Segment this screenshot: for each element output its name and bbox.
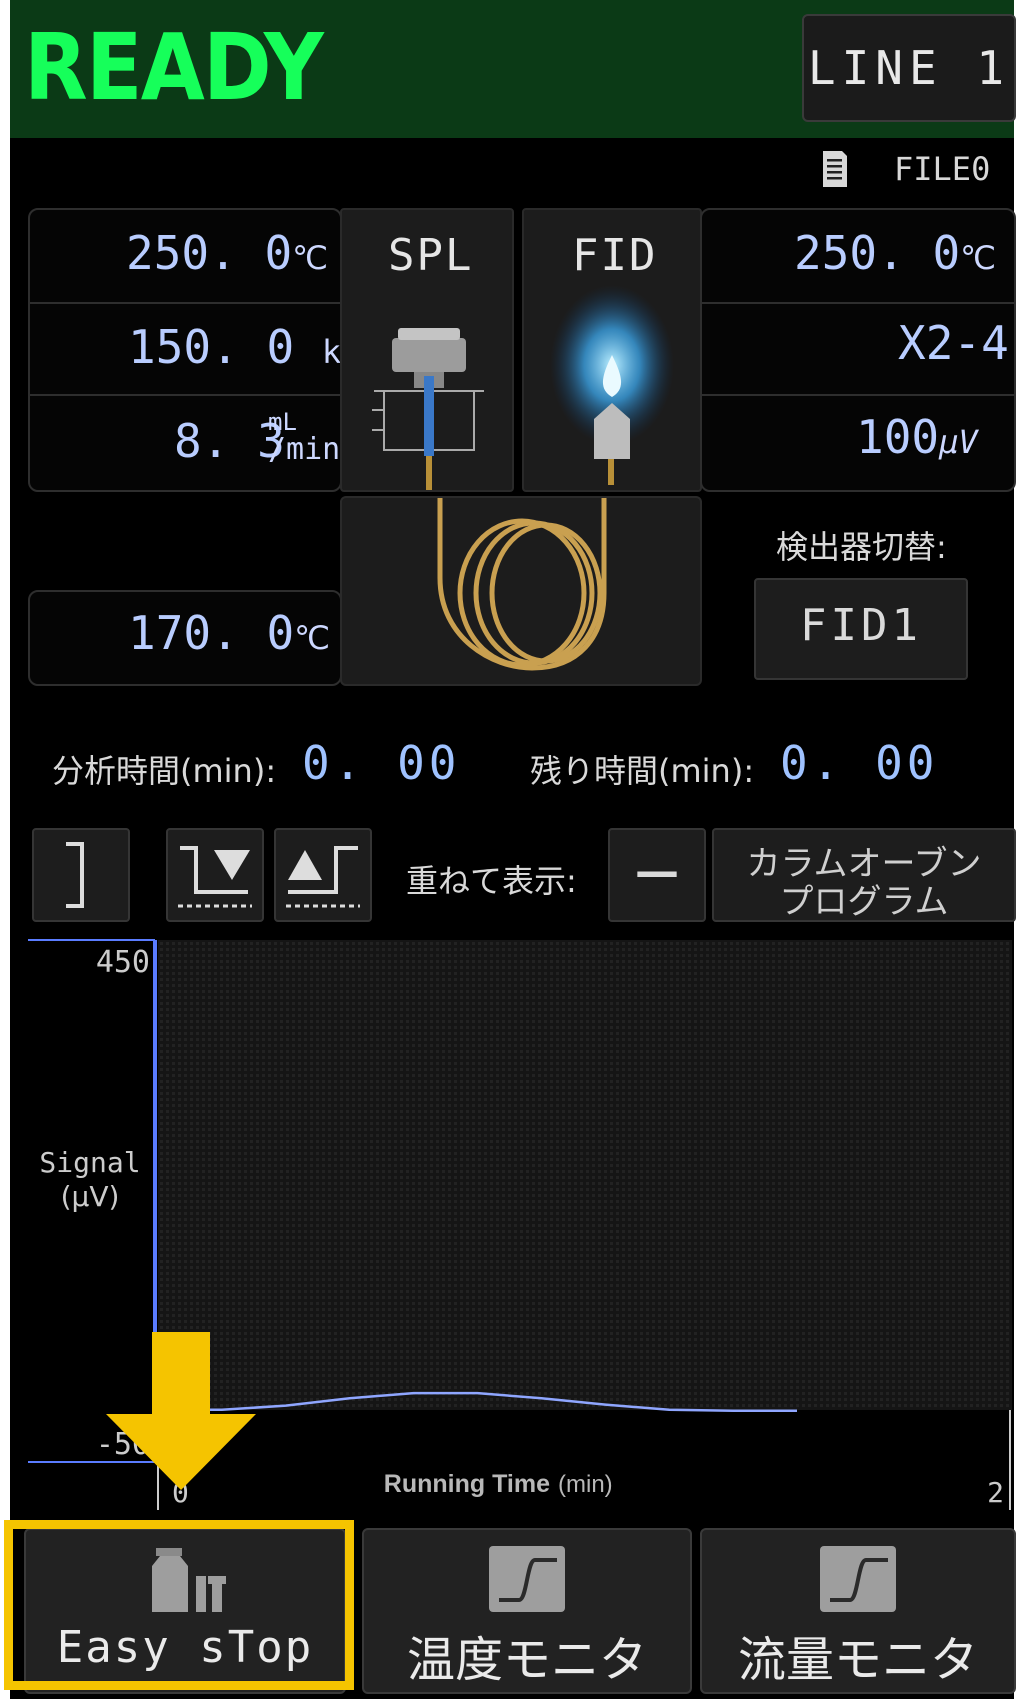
y-tick-top: 450 [96,945,150,980]
analysis-time-value: 0. 00 [302,736,461,790]
document-icon [823,151,847,187]
temp-monitor-label: 温度モニタ [406,1632,647,1688]
flow-monitor-button[interactable]: 流量モニタ [700,1528,1016,1694]
detector-switch-button[interactable]: FID1 [754,578,968,680]
flow-monitor-label: 流量モニタ [737,1632,978,1688]
remaining-time-value: 0. 00 [780,736,939,790]
column-temp[interactable]: 170. 0℃ [128,606,330,660]
y-axis-label-line2: (μV) [61,1180,120,1213]
x-tick-right: 2 [987,1476,1004,1509]
fid-signal-unit: μV [939,423,978,461]
fid-range[interactable]: X2-4 [898,316,1009,370]
analysis-time-label: 分析時間(min): [52,752,277,790]
column-temp-unit: ℃ [294,619,331,657]
overlay-label: 重ねて表示: [406,862,577,900]
fid-temp[interactable]: 250. 0℃ [794,226,996,280]
overlay-button[interactable]: — [608,828,706,922]
status-header: READY LINE 1 [10,0,1016,138]
step-down-button[interactable] [166,828,264,922]
remaining-time-label: 残り時間(min): [530,752,755,790]
easy-stop-highlight [4,1520,354,1690]
spl-temp-value: 250. 0 [126,226,293,280]
status-text: READY [24,14,324,121]
column-coil-icon [437,498,607,671]
file-name: FILE0 [894,150,991,188]
column-temp-value: 170. 0 [128,606,295,660]
plot-area [158,940,1012,1410]
spl-temp[interactable]: 250. 0℃ [126,226,328,280]
flow-unit-bottom: /min [268,432,341,467]
fid-temp-unit: ℃ [960,239,997,277]
step-graph-icon [820,1546,896,1612]
fid-label: FID [572,230,658,281]
temp-monitor-button[interactable]: 温度モニタ [362,1528,692,1694]
y-axis-label-line1: Signal [39,1146,140,1179]
overlay-value: — [635,846,679,897]
line-button[interactable]: LINE 1 [802,14,1016,122]
flame-icon [550,285,674,485]
spl-label: SPL [388,230,474,281]
annotation-arrow [106,1332,256,1490]
x-axis-label: Running Time [384,1470,550,1498]
bracket-button[interactable] [32,828,130,922]
bracket-icon [66,842,84,908]
column-oven-box[interactable] [340,496,702,686]
step-graph-icon [489,1546,565,1612]
step-up-icon [286,846,360,908]
column-oven-program-button[interactable]: カラムオーブン プログラム [712,828,1016,922]
step-down-icon [178,846,252,908]
spl-pressure-value: 150. 0 [128,320,295,374]
fid-signal-value: 100 [856,410,940,464]
detector-switch-value: FID1 [800,600,922,651]
program-line2: プログラム [779,882,949,922]
spl-temp-unit: ℃ [292,239,329,277]
injector-icon [372,328,484,490]
step-up-button[interactable] [274,828,372,922]
spl-flow-unit: mL /min [268,408,341,467]
fid-signal[interactable]: 100μV [856,410,978,464]
detector-switch-label: 検出器切替: [776,528,947,566]
fid-detector-box[interactable]: FID [522,208,702,492]
spl-injector-box[interactable]: SPL [340,208,514,492]
x-axis-unit: (min) [558,1471,613,1498]
fid-temp-value: 250. 0 [794,226,961,280]
